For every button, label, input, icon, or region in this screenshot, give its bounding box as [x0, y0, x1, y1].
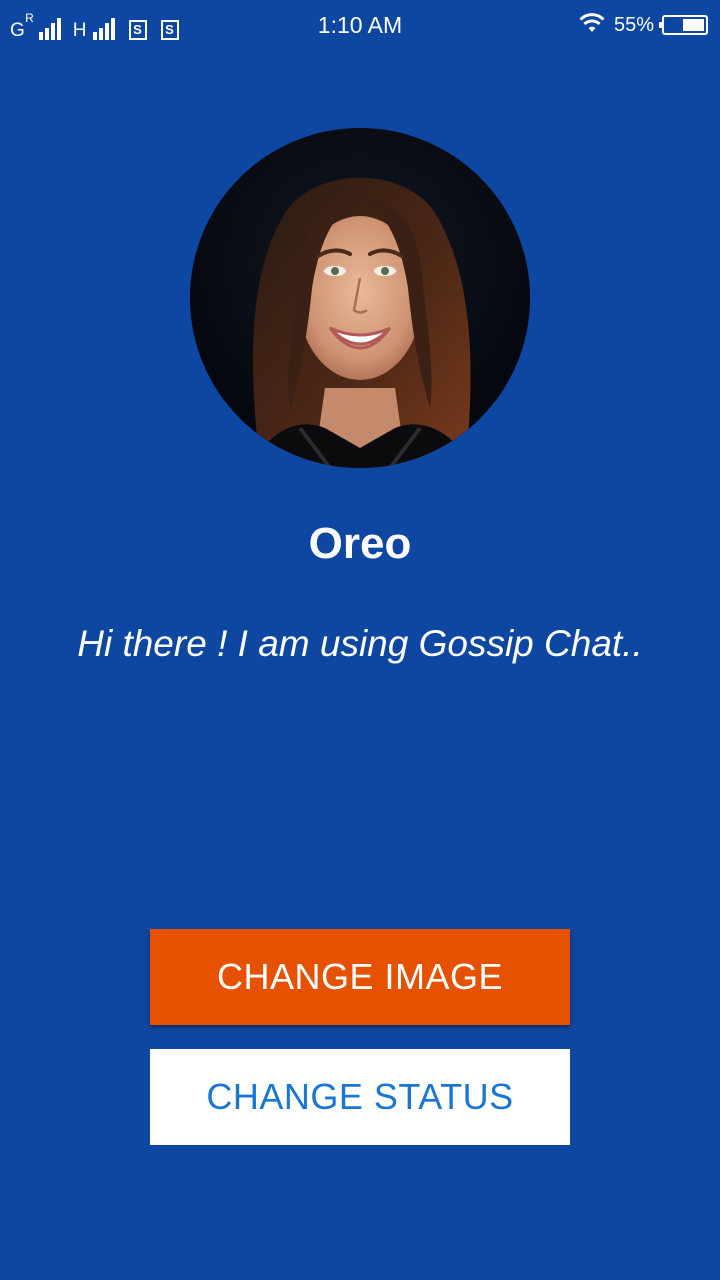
profile-avatar[interactable] [190, 128, 530, 468]
battery-level [683, 19, 704, 31]
change-image-button[interactable]: CHANGE IMAGE [150, 929, 570, 1025]
wifi-icon [578, 12, 606, 38]
profile-photo [190, 128, 530, 468]
status-bar: G R H S S 1:10 AM 55% [0, 0, 720, 50]
settings-screen: G R H S S 1:10 AM 55% Oreo Hi there ! I … [0, 0, 720, 1280]
change-status-button[interactable]: CHANGE STATUS [150, 1049, 570, 1145]
profile-status-text: Hi there ! I am using Gossip Chat.. [77, 623, 643, 664]
profile-name: Oreo [308, 519, 412, 568]
battery-percent: 55% [613, 14, 654, 36]
status-bar-right: 55% [578, 12, 708, 38]
battery-icon [659, 15, 708, 35]
